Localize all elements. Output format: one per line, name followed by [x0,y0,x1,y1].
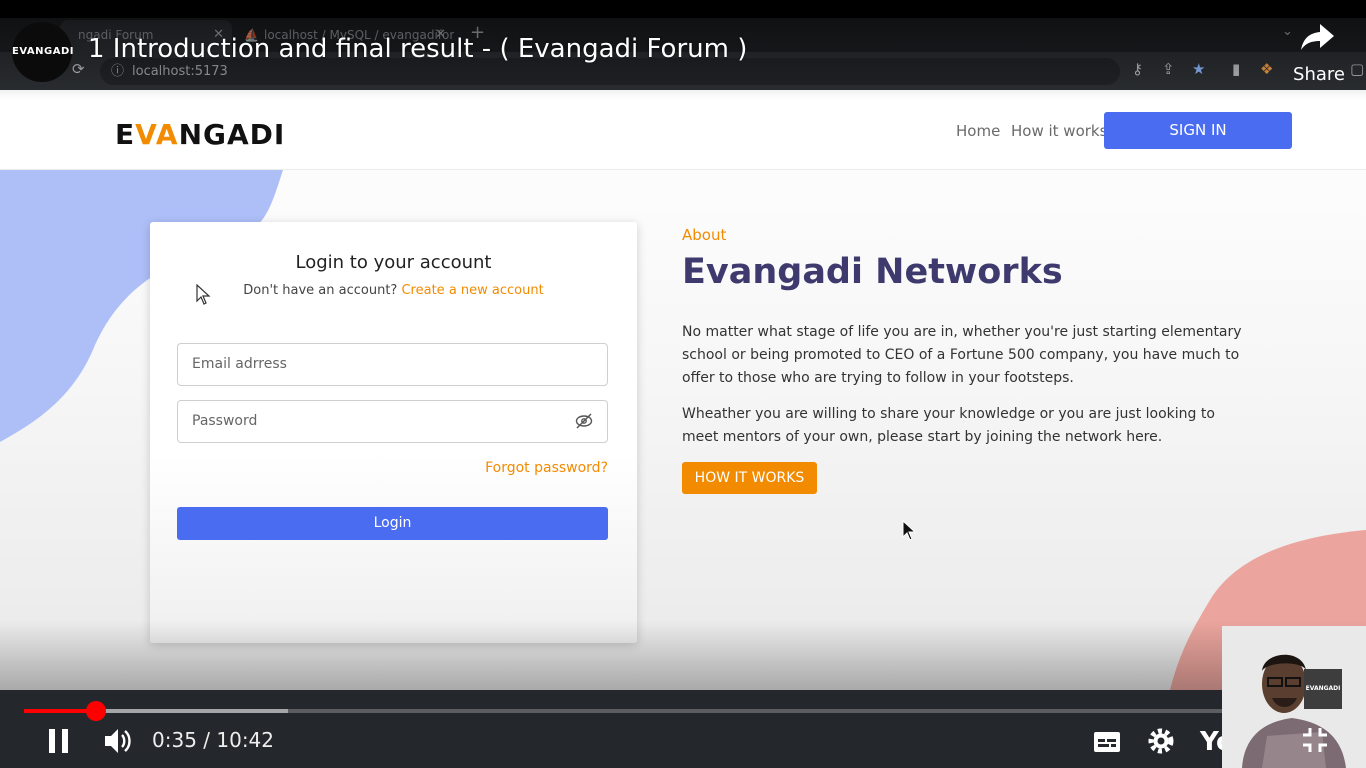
key-icon[interactable]: ⚷ [1132,60,1143,78]
share-label: Share [1293,64,1345,85]
about-paragraph-2: Wheather you are willing to share your k… [682,406,1215,445]
login-button[interactable]: Login [177,507,608,540]
subtitles-icon[interactable] [1093,731,1121,753]
presenter-webcam: EVANGADI [1222,626,1366,768]
nav-how-it-works-link[interactable]: How it works [1011,122,1107,140]
bookmark-star-icon[interactable]: ★ [1192,60,1205,78]
login-card: Login to your account Don't have an acco… [150,222,637,643]
presenter-image [1242,654,1346,768]
password-placeholder: Password [192,413,258,429]
logo-text: E [115,118,136,151]
password-field[interactable]: Password [177,400,608,443]
mouse-cursor-icon [902,520,917,541]
about-label: About [682,226,727,244]
window-toggle-icon[interactable]: ▢ [1350,60,1364,78]
mouse-cursor-outline-icon [196,284,211,305]
web-page: EVANGADI Home How it works SIGN IN Login… [0,90,1366,690]
signup-prompt: Don't have an account? Create a new acco… [150,283,637,298]
share-button[interactable]: Share [1290,22,1352,88]
how-it-works-button[interactable]: HOW IT WORKS [682,462,817,494]
settings-gear-icon[interactable] [1147,727,1175,755]
url-text: localhost:5173 [132,64,228,79]
time-display: 0:35 / 10:42 [152,728,275,752]
share-page-icon[interactable]: ⇪ [1162,60,1175,78]
email-field[interactable]: Email adrress [177,343,608,386]
pause-icon[interactable] [48,729,70,753]
nav-home-link[interactable]: Home [956,122,1000,140]
evangadi-logo[interactable]: EVANGADI [115,118,285,151]
site-header: EVANGADI Home How it works SIGN IN [0,90,1366,170]
forgot-password-link[interactable]: Forgot password? [485,460,608,476]
sign-in-button[interactable]: SIGN IN [1104,112,1292,149]
progress-bar[interactable] [24,709,1342,713]
email-placeholder: Email adrress [192,356,287,372]
video-title[interactable]: 1 Introduction and final result - ( Evan… [88,34,747,64]
create-account-link[interactable]: Create a new account [401,283,543,298]
exit-fullscreen-icon[interactable] [1302,727,1328,753]
eye-off-icon[interactable] [575,413,593,429]
signup-prompt-text: Don't have an account? [243,283,398,298]
logo-text-accent: VA [135,118,179,151]
reload-icon[interactable]: ⟳ [72,60,85,78]
login-title: Login to your account [295,252,492,273]
extension-icon[interactable]: ▮ [1232,60,1240,78]
about-title: Evangadi Networks [682,252,1063,292]
color-extension-icon[interactable]: ❖ [1260,60,1273,78]
volume-icon[interactable] [104,727,134,755]
presenter-logo-badge: EVANGADI [1304,669,1342,709]
share-arrow-icon [1301,24,1334,50]
about-paragraph-1: No matter what stage of life you are in,… [682,324,1242,386]
logo-text: NGADI [178,118,286,151]
channel-avatar[interactable]: EVANGADI [12,22,73,82]
